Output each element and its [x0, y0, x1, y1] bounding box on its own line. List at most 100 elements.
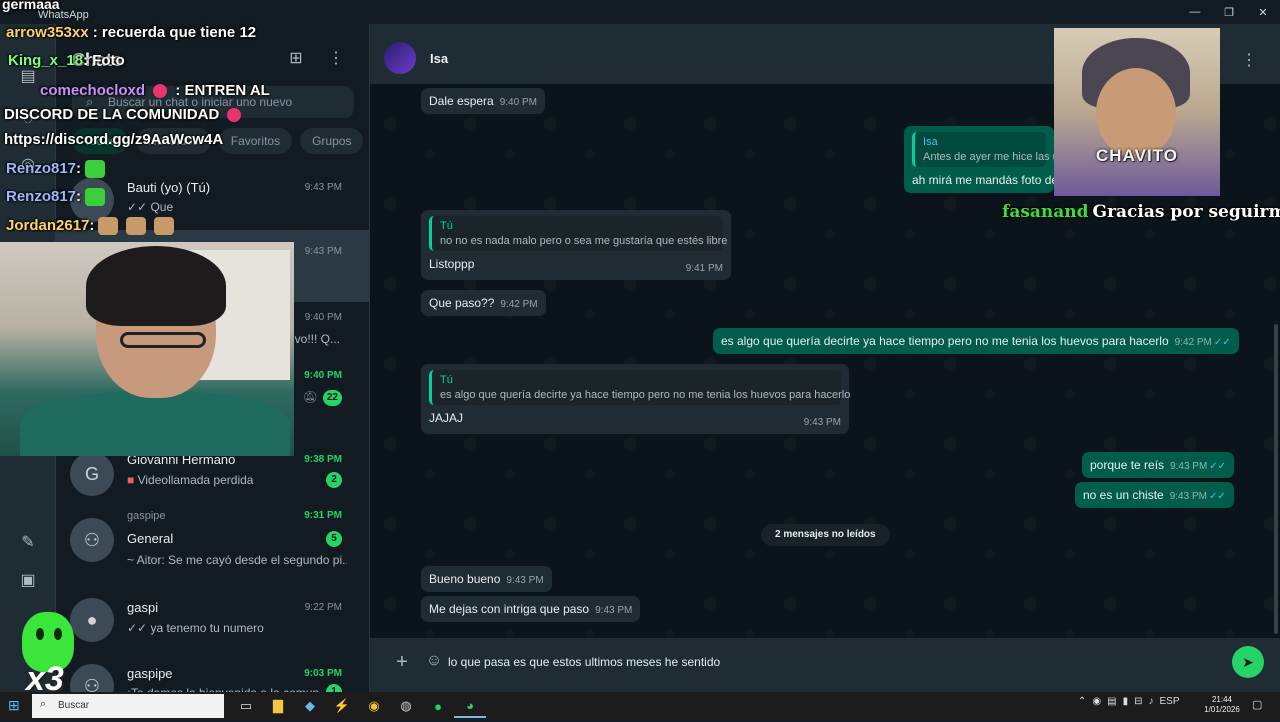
unread-badge: 22: [322, 390, 342, 406]
message-time: 9:43 PM: [595, 605, 633, 616]
scrollbar[interactable]: [1274, 324, 1278, 634]
message-outgoing[interactable]: porque te reís 9:43 PM ✓✓: [1082, 452, 1235, 478]
taskbar-clock[interactable]: 21:44 1/01/2026: [1200, 695, 1244, 715]
message-outgoing[interactable]: es algo que quería decirte ya hace tiemp…: [713, 328, 1239, 354]
quote-text: Antes de ayer me hice las u: [923, 151, 1054, 163]
channels-icon[interactable]: ◎: [16, 152, 40, 176]
message-incoming[interactable]: Que paso?? 9:42 PM: [421, 290, 546, 316]
tray-app-icon[interactable]: ⊟: [1134, 696, 1142, 707]
media-icon[interactable]: ▣: [16, 568, 40, 592]
taskbar-apps: ▭ ▇ ◆ ⚡ ◉ ◍ ● ◕: [230, 694, 486, 718]
quoted-message[interactable]: Tú es algo que quería decirte ya hace ti…: [429, 370, 851, 405]
send-button[interactable]: ➤: [1232, 646, 1264, 678]
overlay-image-face: [1096, 68, 1176, 158]
game-launcher-icon[interactable]: ⚡: [326, 694, 358, 718]
streamer-webcam: [0, 242, 294, 456]
message-incoming[interactable]: Me dejas con intriga que paso 9:43 PM: [421, 596, 641, 622]
contact-avatar[interactable]: [384, 42, 416, 74]
tray-app-icon[interactable]: ▤: [1107, 696, 1116, 707]
chats-icon[interactable]: ▤: [16, 64, 40, 88]
muted-icon: 🔕︎: [302, 390, 318, 404]
chat-name: gaspi: [127, 600, 159, 615]
notification-icon[interactable]: ▢: [1252, 698, 1262, 711]
filter-groups[interactable]: Grupos: [300, 128, 364, 154]
tray-chevron-icon[interactable]: ⌃: [1078, 696, 1086, 707]
tray-app-icon[interactable]: ▮: [1123, 696, 1129, 707]
message-outgoing[interactable]: no es un chiste 9:43 PM ✓✓: [1075, 482, 1234, 508]
tray-app-icon[interactable]: ◉: [1092, 696, 1101, 707]
message-incoming[interactable]: Tú no no es nada malo pero o sea me gust…: [421, 210, 731, 280]
contact-name[interactable]: Isa: [430, 51, 448, 66]
whatsapp-taskbar-icon[interactable]: ◕: [454, 694, 486, 718]
chat-preview: ✓✓ Que: [127, 200, 174, 214]
community-avatar: ⚇: [70, 518, 114, 562]
chat-name: General: [127, 531, 174, 546]
minimize-button[interactable]: —: [1178, 0, 1212, 24]
chat-row-bauti[interactable]: B Bauti (yo) (Tú) ✓✓ Que 9:43 PM: [56, 164, 370, 236]
attach-icon[interactable]: +: [392, 652, 412, 672]
chat-preview: ■ Videollamada perdida: [127, 473, 347, 487]
windows-start-icon[interactable]: ⊞: [8, 697, 26, 715]
chat-time: 9:40 PM: [304, 312, 342, 323]
quote-author: Isa: [923, 136, 938, 148]
window-controls: — ❐ ✕: [1178, 0, 1280, 24]
quoted-message[interactable]: Isa Antes de ayer me hice las u: [912, 132, 1054, 167]
unread-divider: 2 mensajes no leídos: [761, 524, 890, 546]
chrome-icon[interactable]: ◉: [358, 694, 390, 718]
quote-text: es algo que quería decirte ya hace tiemp…: [440, 389, 851, 401]
title-bar: WhatsApp — ❐ ✕: [0, 0, 1280, 24]
starred-icon[interactable]: ✎: [16, 530, 40, 554]
multiplier-mascot: x3: [18, 612, 78, 698]
taskbar-search-label: Buscar: [58, 700, 90, 711]
message-input[interactable]: [448, 646, 1218, 678]
maximize-button[interactable]: ❐: [1212, 0, 1246, 24]
message-incoming[interactable]: Tú es algo que quería decirte ya hace ti…: [421, 364, 851, 434]
filter-all[interactable]: Todos: [72, 128, 129, 154]
quoted-message[interactable]: Tú no no es nada malo pero o sea me gust…: [429, 216, 727, 251]
search-icon: ⌕: [40, 698, 47, 710]
menu-icon[interactable]: ⋮: [326, 48, 346, 70]
message-text: Me dejas con intriga que paso: [429, 602, 590, 616]
message-incoming[interactable]: Bueno bueno 9:43 PM: [421, 566, 552, 592]
avatar: G: [70, 452, 114, 496]
menu-icon[interactable]: ⋮: [1240, 50, 1258, 69]
obs-icon[interactable]: ◍: [390, 694, 422, 718]
filter-unread[interactable]: No leídos: [136, 128, 211, 154]
webcam-person-glasses: [120, 332, 206, 348]
message-text: es algo que quería decirte ya hace tiemp…: [721, 334, 1169, 348]
message-incoming[interactable]: Dale espera 9:40 PM: [421, 88, 545, 114]
notes-app-icon[interactable]: ◆: [294, 694, 326, 718]
sidebar-title: Chats: [72, 50, 123, 70]
quote-author: Tú: [440, 374, 453, 386]
read-receipt-icon: ✓✓: [1213, 337, 1231, 348]
message-time: 9:43 PM: [506, 575, 544, 586]
message-time: 9:43 PM: [1170, 461, 1208, 472]
message-time: 9:42 PM: [500, 299, 538, 310]
message-text: ah mirá me mandás foto de: [912, 173, 1054, 187]
system-tray: ⌃ ◉ ▤ ▮ ⊟ ♪ ESP: [1078, 696, 1180, 707]
taskbar-search[interactable]: ⌕ Buscar: [32, 694, 224, 718]
chat-time: 9:40 PM: [304, 370, 342, 381]
read-receipt-icon: ✓✓: [1209, 461, 1227, 472]
search-input[interactable]: [108, 88, 348, 116]
sticker-icon[interactable]: ☺: [424, 652, 444, 672]
volume-icon[interactable]: ♪: [1148, 696, 1153, 707]
message-outgoing[interactable]: Isa Antes de ayer me hice las u ah mirá …: [904, 126, 1054, 193]
file-explorer-icon[interactable]: ▇: [262, 694, 294, 718]
message-time: 9:41 PM: [685, 263, 723, 274]
webcam-person-body: [20, 392, 290, 456]
close-button[interactable]: ✕: [1246, 0, 1280, 24]
chat-preview-text: Videollamada perdida: [137, 473, 254, 487]
follow-message: Gracias por seguirme!!: [1092, 202, 1280, 222]
chat-row-general[interactable]: ⚇ gaspipe General ~ Aitor: Se me cayó de…: [56, 504, 370, 576]
chat-row-gaspi[interactable]: ● gaspi ✓✓ ya tenemo tu numero 9:22 PM: [56, 584, 370, 656]
status-icon[interactable]: ◌: [16, 108, 40, 132]
task-view-icon[interactable]: ▭: [230, 694, 262, 718]
new-chat-icon[interactable]: ⊞: [284, 48, 308, 70]
spotify-icon[interactable]: ●: [422, 694, 454, 718]
cam-overlay-image: CHAVITO: [1054, 28, 1220, 196]
unread-badge: 5: [326, 531, 342, 547]
keyboard-language[interactable]: ESP: [1159, 696, 1179, 707]
message-text: Bueno bueno: [429, 572, 501, 586]
filter-favorites[interactable]: Favoritos: [218, 128, 293, 154]
